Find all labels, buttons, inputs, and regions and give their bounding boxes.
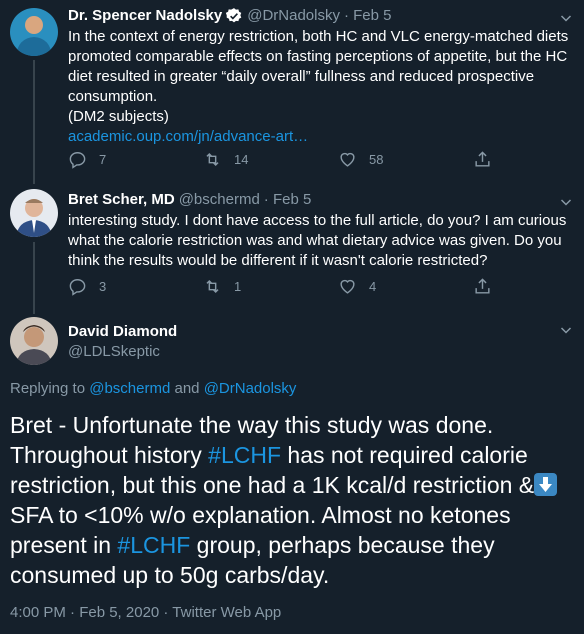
down-arrow-emoji-icon — [534, 473, 558, 496]
chevron-down-icon[interactable] — [560, 196, 572, 208]
timestamp[interactable]: · Feb 5 — [344, 6, 392, 26]
reply-button[interactable]: 3 — [68, 277, 203, 296]
author-block: David Diamond @LDLSkeptic — [68, 322, 177, 362]
retweet-count: 1 — [234, 279, 242, 294]
replying-to-label: Replying to — [10, 380, 86, 397]
tweet-text-note: (DM2 subjects) — [68, 108, 169, 125]
main-tweet-text: Bret - Unfortunate the way this study wa… — [10, 410, 576, 590]
like-count: 4 — [369, 279, 377, 294]
heart-icon — [340, 152, 355, 167]
tweet-header: Bret Scher, MD @bschermd · Feb 5 — [68, 190, 570, 210]
tweet-timestamp[interactable]: 4:00 PM · Feb 5, 2020 · Twitter Web App — [10, 604, 281, 621]
heart-icon — [340, 279, 355, 294]
reply-icon — [69, 152, 86, 169]
retweet-button[interactable]: 1 — [203, 277, 338, 296]
replying-to: Replying to @bschermd and @DrNadolsky — [10, 380, 296, 397]
retweet-icon — [206, 152, 219, 167]
tweet-actions: 7 14 58 — [68, 150, 508, 169]
share-icon — [475, 151, 490, 167]
chevron-down-icon[interactable] — [560, 12, 572, 24]
share-icon — [475, 278, 490, 294]
tweet-link[interactable]: academic.oup.com/jn/advance-art… — [68, 127, 570, 147]
reply-count: 7 — [99, 152, 107, 167]
avatar[interactable] — [10, 317, 58, 365]
handle[interactable]: @bschermd — [179, 190, 260, 210]
retweet-count: 14 — [234, 152, 249, 167]
tweet[interactable]: Bret Scher, MD @bschermd · Feb 5 interes… — [0, 190, 584, 271]
timestamp[interactable]: · Feb 5 — [264, 190, 312, 210]
handle[interactable]: @DrNadolsky — [247, 6, 340, 26]
tweet-text: interesting study. I dont have access to… — [68, 212, 567, 269]
tweet[interactable]: Dr. Spencer Nadolsky @DrNadolsky · Feb 5… — [0, 6, 584, 147]
reply-count: 3 — [99, 279, 107, 294]
reply-icon — [69, 279, 86, 296]
tweet-text-main: In the context of energy restriction, bo… — [68, 28, 569, 105]
display-name[interactable]: Dr. Spencer Nadolsky — [68, 6, 222, 26]
tweet-text: In the context of energy restriction, bo… — [68, 27, 570, 147]
like-button[interactable]: 4 — [338, 277, 473, 296]
reply-user-link[interactable]: @bschermd — [89, 380, 170, 397]
replying-to-and: and — [174, 380, 200, 397]
hashtag-link[interactable]: #LCHF — [117, 532, 190, 558]
like-button[interactable]: 58 — [338, 150, 473, 169]
share-button[interactable] — [473, 150, 504, 169]
handle[interactable]: @LDLSkeptic — [68, 342, 177, 362]
retweet-button[interactable]: 14 — [203, 150, 338, 169]
tweet-header: Dr. Spencer Nadolsky @DrNadolsky · Feb 5 — [68, 6, 570, 26]
reply-button[interactable]: 7 — [68, 150, 203, 169]
verified-badge-icon — [226, 8, 242, 23]
tweet-actions: 3 1 4 — [68, 277, 508, 296]
share-button[interactable] — [473, 277, 504, 296]
display-name[interactable]: Bret Scher, MD — [68, 190, 175, 210]
hashtag-link[interactable]: #LCHF — [208, 442, 281, 468]
display-name[interactable]: David Diamond — [68, 322, 177, 342]
reply-user-link[interactable]: @DrNadolsky — [204, 380, 297, 397]
retweet-icon — [206, 279, 219, 294]
chevron-down-icon[interactable] — [560, 324, 572, 336]
like-count: 58 — [369, 152, 384, 167]
